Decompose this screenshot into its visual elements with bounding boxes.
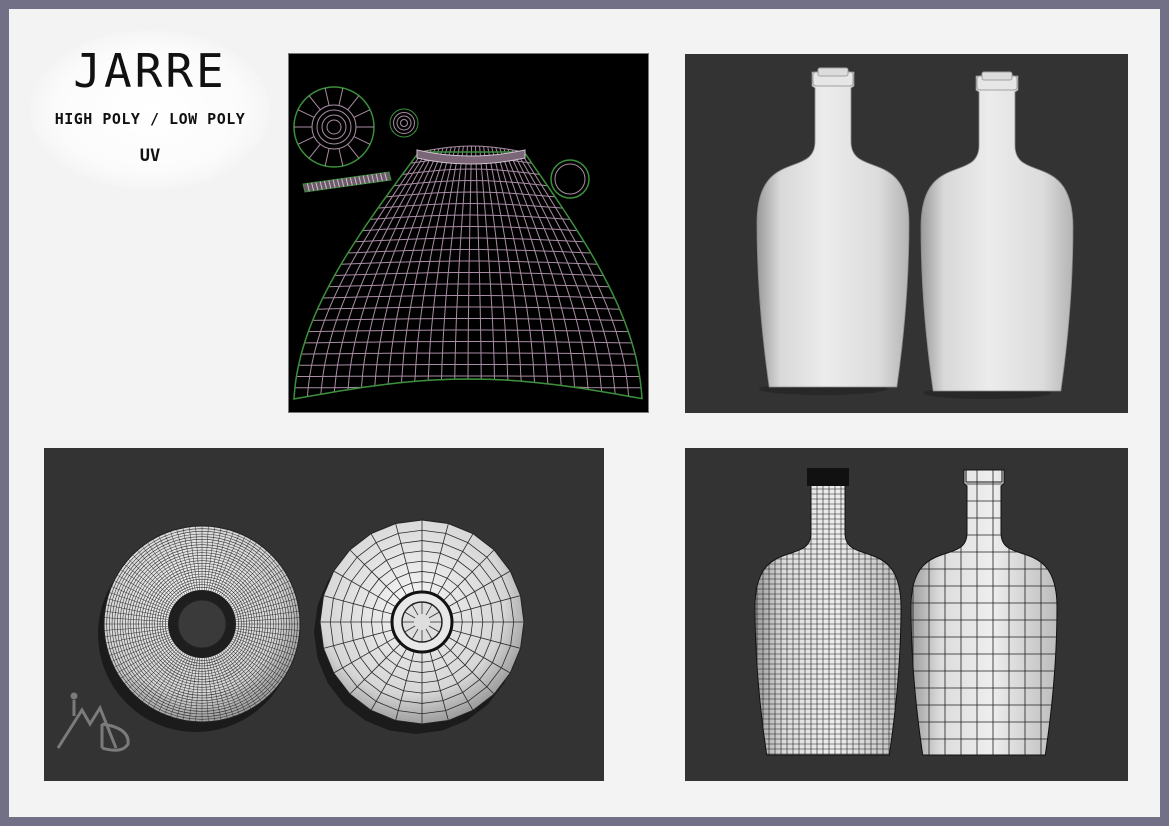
uv-cap-spoke <box>353 109 371 118</box>
uv-small-disc-ring <box>400 119 408 127</box>
uv-cap-spoke <box>338 148 344 167</box>
uv-label: UV <box>139 146 161 166</box>
uv-cap-ring <box>321 114 347 140</box>
high-poly-neck-inner <box>177 599 227 649</box>
title-block: JARRE HIGH POLY / LOW POLY UV <box>30 30 270 190</box>
wireframe-bottle-high-poly <box>754 469 902 756</box>
uv-layout-image <box>293 86 643 400</box>
uv-cap-spoke <box>338 87 344 106</box>
shaded-render-image <box>756 67 1074 399</box>
studio-logo-watermark <box>56 692 130 752</box>
uv-small-disc-ring <box>396 115 412 131</box>
uv-island-ring <box>550 159 590 199</box>
page-subtitle: HIGH POLY / LOW POLY <box>54 110 246 128</box>
uv-cap-spoke <box>297 109 315 118</box>
uv-cap-spoke <box>297 136 315 145</box>
uv-island-small-disc <box>389 108 419 138</box>
shaded-render-panel <box>685 54 1128 413</box>
wireframe-render-image <box>754 468 1058 756</box>
uv-layout-panel <box>288 53 649 413</box>
uv-cap-inner-ring <box>311 104 357 150</box>
shaded-bottle-high-poly <box>756 71 910 388</box>
uv-cap-ring <box>326 119 342 135</box>
high-poly-cork-dense <box>807 468 849 486</box>
uv-cap-spoke <box>347 95 360 111</box>
top-view-wireframe-panel <box>44 448 604 781</box>
bottle-cork <box>981 71 1013 81</box>
uv-cap-spoke <box>324 148 330 167</box>
wireframe-render-panel <box>685 448 1128 781</box>
uv-cap-spoke <box>308 95 321 111</box>
uv-ring-inner <box>554 163 586 195</box>
shaded-bottle-low-poly <box>920 75 1074 392</box>
uv-cap-spoke <box>324 87 330 106</box>
page-title: JARRE <box>73 44 227 98</box>
uv-body-row <box>294 378 642 389</box>
top-view-wireframe-image <box>56 519 525 752</box>
uv-cap-spoke <box>347 143 360 159</box>
wireframe-bottle-low-poly <box>910 469 1058 756</box>
bottle-cork <box>817 67 849 77</box>
uv-cap-spoke <box>353 136 371 145</box>
uv-cap-spoke <box>308 143 321 159</box>
